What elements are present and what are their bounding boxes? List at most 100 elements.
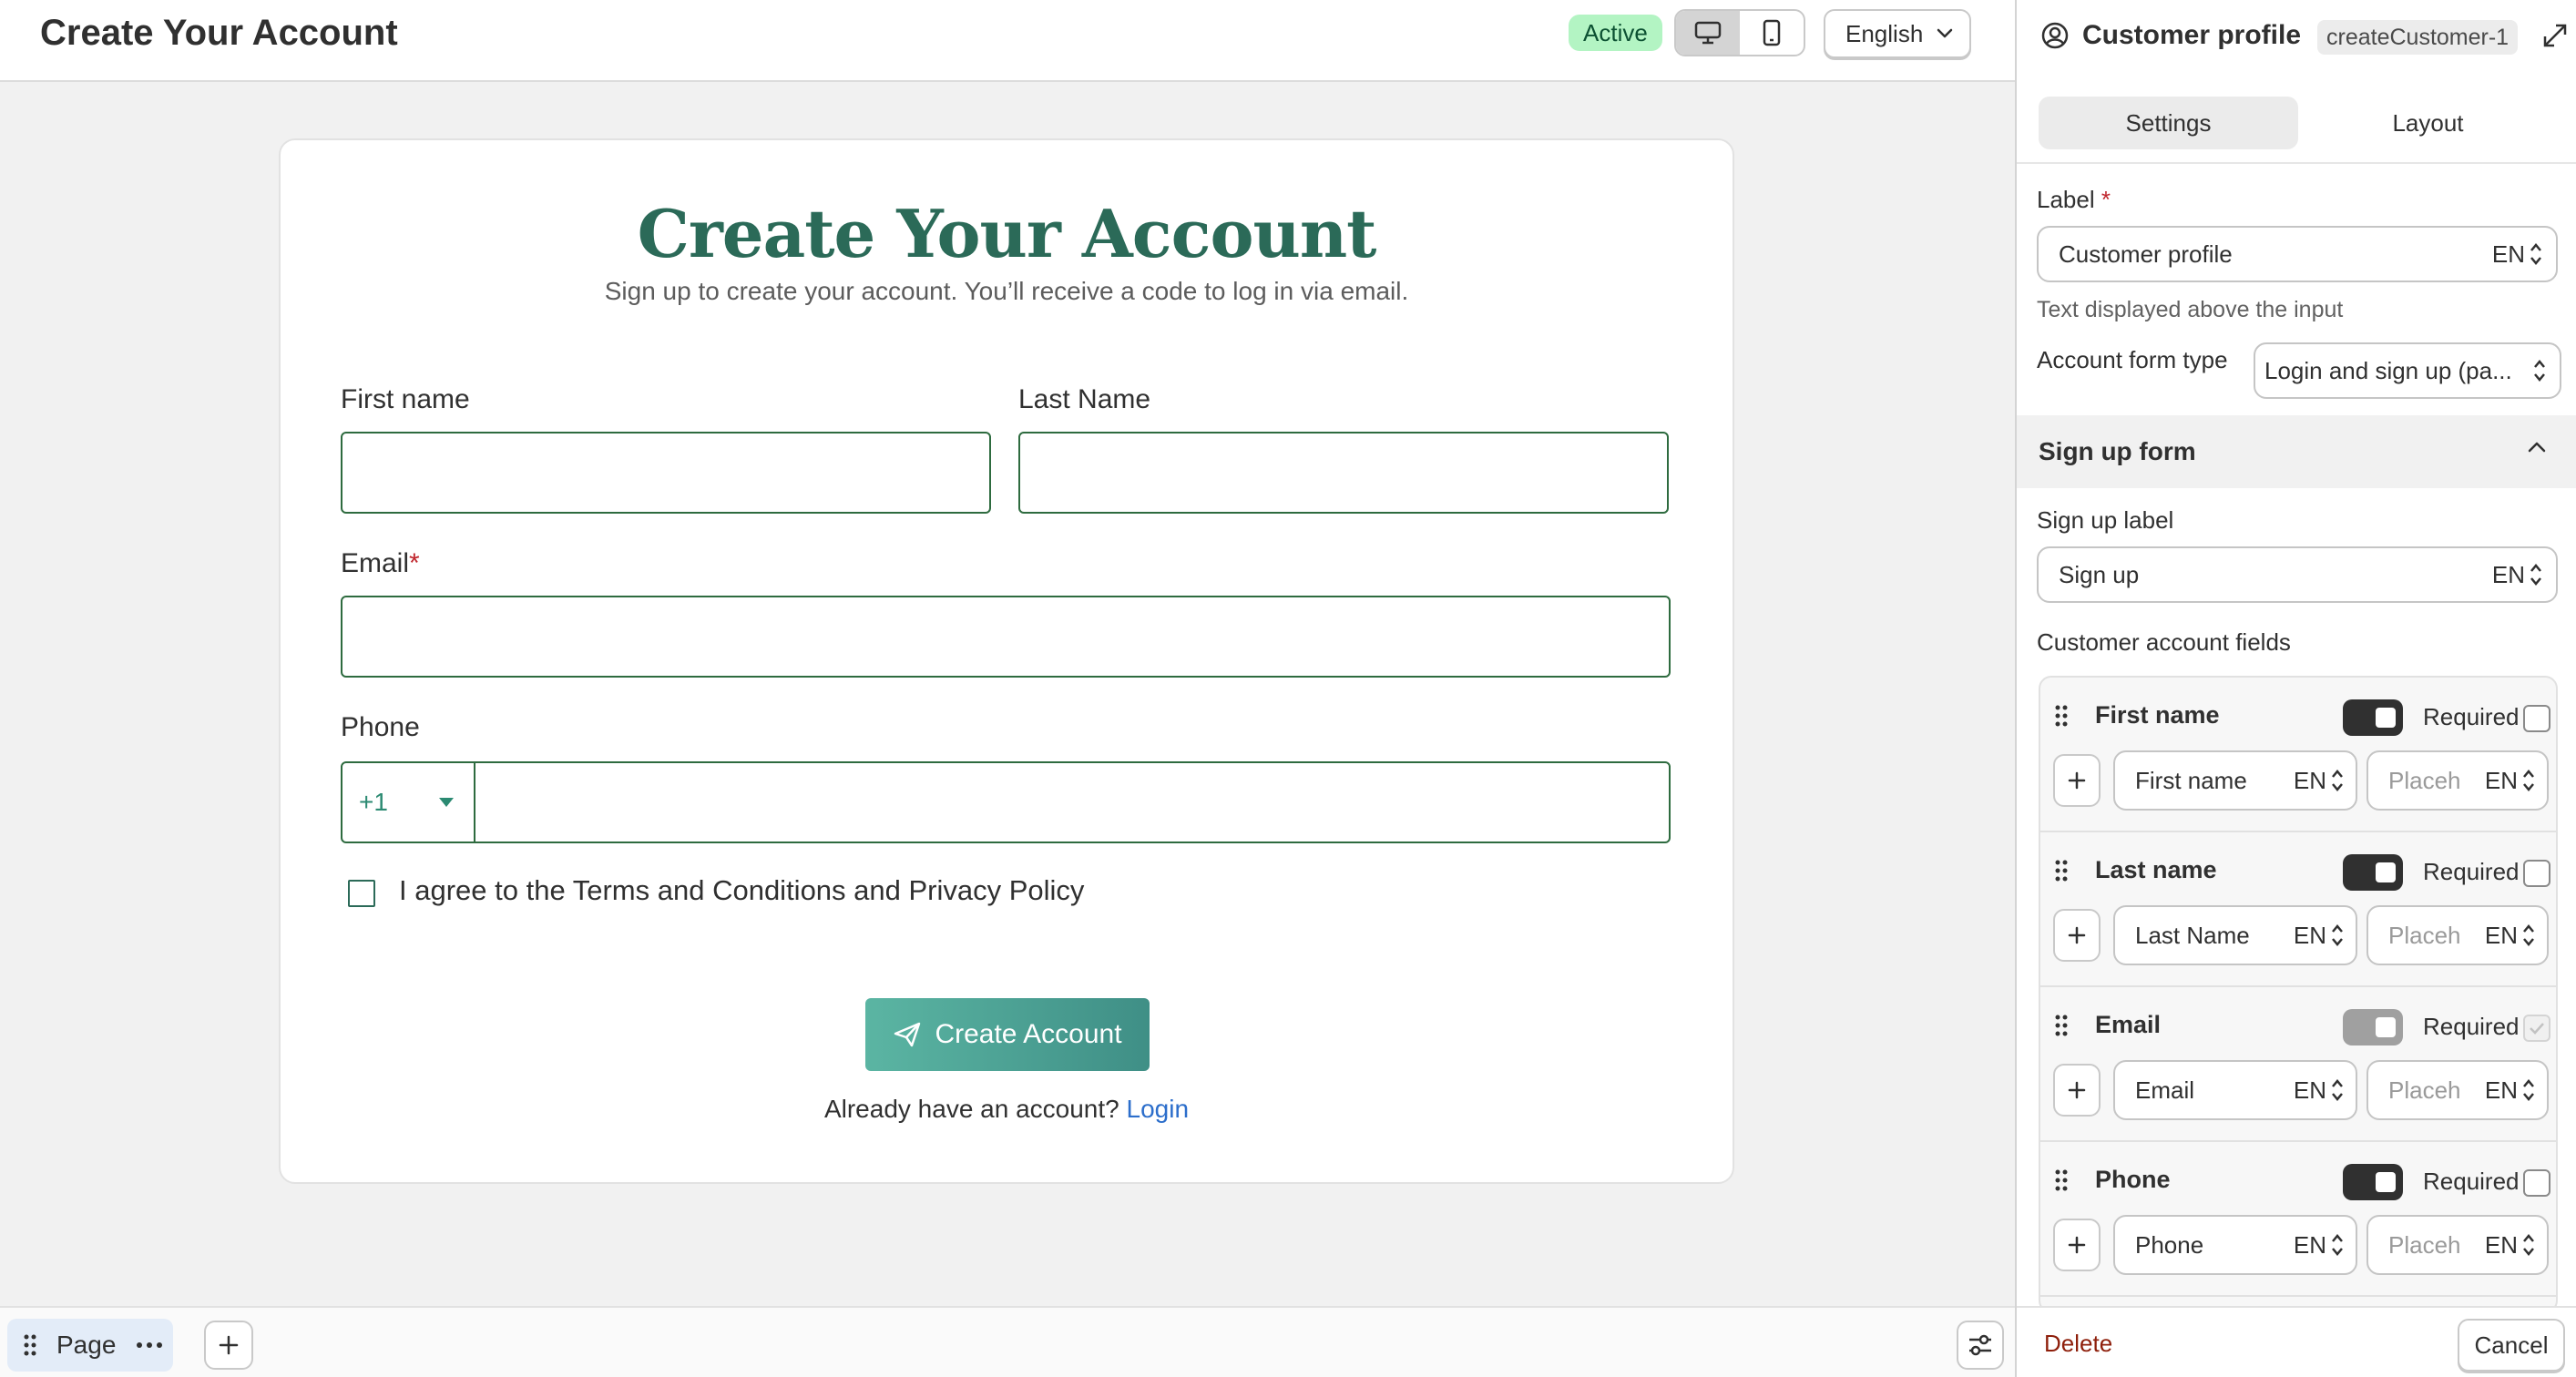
language-selector[interactable]: EN	[2485, 1231, 2547, 1260]
selector-icon	[2332, 1234, 2343, 1256]
field-visibility-toggle	[2343, 1009, 2403, 1046]
required-label: Required	[2423, 1168, 2520, 1195]
add-page-button[interactable]	[204, 1321, 253, 1370]
phone-input[interactable]: +1	[341, 761, 1671, 843]
page-chip-label: Page	[56, 1331, 117, 1359]
field-label-input[interactable]: Phone EN	[2113, 1215, 2357, 1275]
plus-icon	[2068, 771, 2086, 790]
profile-icon	[2041, 22, 2069, 49]
login-link[interactable]: Login	[1127, 1095, 1190, 1123]
label-field-title: Label *	[2037, 186, 2111, 214]
required-checkbox[interactable]	[2523, 860, 2550, 887]
field-label-input[interactable]: Last Name EN	[2113, 905, 2357, 965]
label-field-title-text: Label	[2037, 186, 2095, 213]
account-fields-title: Customer account fields	[2037, 628, 2291, 656]
settings-sliders-button[interactable]	[1957, 1321, 2004, 1370]
field-label-input[interactable]: Email EN	[2113, 1060, 2357, 1120]
chevron-down-icon	[1937, 28, 1953, 38]
settings-sliders-icon	[1969, 1334, 1991, 1356]
language-selector[interactable]: EN	[2485, 922, 2547, 950]
bottom-bar: Page	[0, 1306, 2015, 1377]
country-code-value: +1	[359, 788, 388, 816]
mobile-view-button[interactable]	[1740, 11, 1804, 55]
agree-checkbox[interactable]	[348, 880, 375, 907]
field-name: Email	[2095, 1011, 2162, 1038]
required-checkbox[interactable]	[2523, 705, 2550, 732]
placeholder-value: Placeh	[2388, 921, 2461, 949]
country-code-select[interactable]: +1	[342, 763, 475, 842]
label-input[interactable]: Customer profile EN	[2037, 226, 2558, 282]
add-button[interactable]	[2053, 1219, 2101, 1271]
create-account-button[interactable]: Create Account	[865, 998, 1150, 1071]
field-visibility-toggle[interactable]	[2343, 699, 2403, 736]
field-visibility-toggle[interactable]	[2343, 854, 2403, 891]
selector-icon	[2523, 924, 2534, 946]
language-select[interactable]: English	[1824, 9, 1971, 58]
language-selector[interactable]: EN	[2485, 767, 2547, 795]
language-selector[interactable]: EN	[2485, 1076, 2547, 1105]
required-checkbox[interactable]	[2523, 1169, 2550, 1197]
field-label-value: Last Name	[2135, 921, 2250, 949]
field-name: Phone	[2095, 1166, 2171, 1193]
language-selector[interactable]: EN	[2294, 922, 2356, 950]
add-button[interactable]	[2053, 1064, 2101, 1117]
language-code: EN	[2293, 921, 2326, 949]
language-selector[interactable]: EN	[2492, 561, 2556, 589]
language-selector[interactable]: EN	[2294, 767, 2356, 795]
plus-icon	[2068, 1236, 2086, 1254]
drag-handle-icon[interactable]	[2055, 705, 2068, 727]
field-name: Last name	[2095, 856, 2217, 883]
chevron-up-icon	[2528, 442, 2546, 453]
label-help-text: Text displayed above the input	[2037, 297, 2344, 322]
add-button[interactable]	[2053, 909, 2101, 962]
language-selector[interactable]: EN	[2294, 1231, 2356, 1260]
field-placeholder-input[interactable]: Placeh EN	[2366, 1060, 2549, 1120]
field-placeholder-input[interactable]: Placeh EN	[2366, 1215, 2549, 1275]
panel-tabs: Settings Layout	[2039, 97, 2558, 149]
last-name-label: Last Name	[1018, 384, 1151, 414]
required-label: Required	[2423, 703, 2520, 730]
signup-label-input[interactable]: Sign up EN	[2037, 546, 2558, 603]
field-placeholder-input[interactable]: Placeh EN	[2366, 905, 2549, 965]
field-placeholder-input[interactable]: Placeh EN	[2366, 750, 2549, 811]
drag-handle-icon[interactable]	[2055, 1169, 2068, 1191]
language-code: EN	[2293, 766, 2326, 794]
desktop-view-button[interactable]	[1676, 11, 1740, 55]
delete-button[interactable]: Delete	[2044, 1330, 2112, 1358]
more-horizontal-icon[interactable]	[136, 1341, 163, 1349]
tab-settings[interactable]: Settings	[2039, 97, 2298, 149]
add-button[interactable]	[2053, 754, 2101, 807]
placeholder-value: Placeh	[2388, 766, 2461, 794]
email-input[interactable]	[341, 596, 1671, 678]
signup-form-section-header[interactable]: Sign up form	[2017, 415, 2576, 488]
page-title: Create Your Account	[40, 13, 398, 53]
language-selector[interactable]: EN	[2492, 240, 2556, 269]
selector-icon	[2534, 360, 2545, 382]
signup-form-card: Create Your Account Sign up to create yo…	[279, 138, 1734, 1184]
panel-header: Customer profile createCustomer-1	[2017, 0, 2576, 76]
first-name-input[interactable]	[341, 432, 991, 514]
last-name-input[interactable]	[1018, 432, 1669, 514]
required-label: Required	[2423, 858, 2520, 885]
language-selector[interactable]: EN	[2294, 1076, 2356, 1105]
expand-button[interactable]	[2541, 22, 2569, 49]
first-name-label: First name	[341, 384, 470, 414]
form-type-select[interactable]: Login and sign up (pa...	[2254, 342, 2561, 399]
drag-handle-icon[interactable]	[2055, 860, 2068, 882]
form-type-value: Login and sign up (pa...	[2264, 356, 2512, 384]
cancel-button[interactable]: Cancel	[2458, 1319, 2565, 1372]
tab-layout[interactable]: Layout	[2298, 97, 2558, 149]
selector-icon	[2523, 1234, 2534, 1256]
panel-title-text: Customer profile	[2082, 20, 2302, 50]
field-label-input[interactable]: First name EN	[2113, 750, 2357, 811]
page-chip[interactable]: Page	[7, 1319, 173, 1372]
device-preview-toggle	[1674, 9, 1805, 56]
field-label-value: Phone	[2135, 1230, 2204, 1259]
section-title: Sign up form	[2039, 437, 2196, 465]
create-account-label: Create Account	[935, 1019, 1122, 1049]
selector-icon	[2530, 243, 2541, 265]
panel-title: Customer profile	[2040, 20, 2301, 51]
drag-handle-icon[interactable]	[2055, 1015, 2068, 1036]
field-visibility-toggle[interactable]	[2343, 1164, 2403, 1200]
expand-icon	[2543, 24, 2567, 47]
